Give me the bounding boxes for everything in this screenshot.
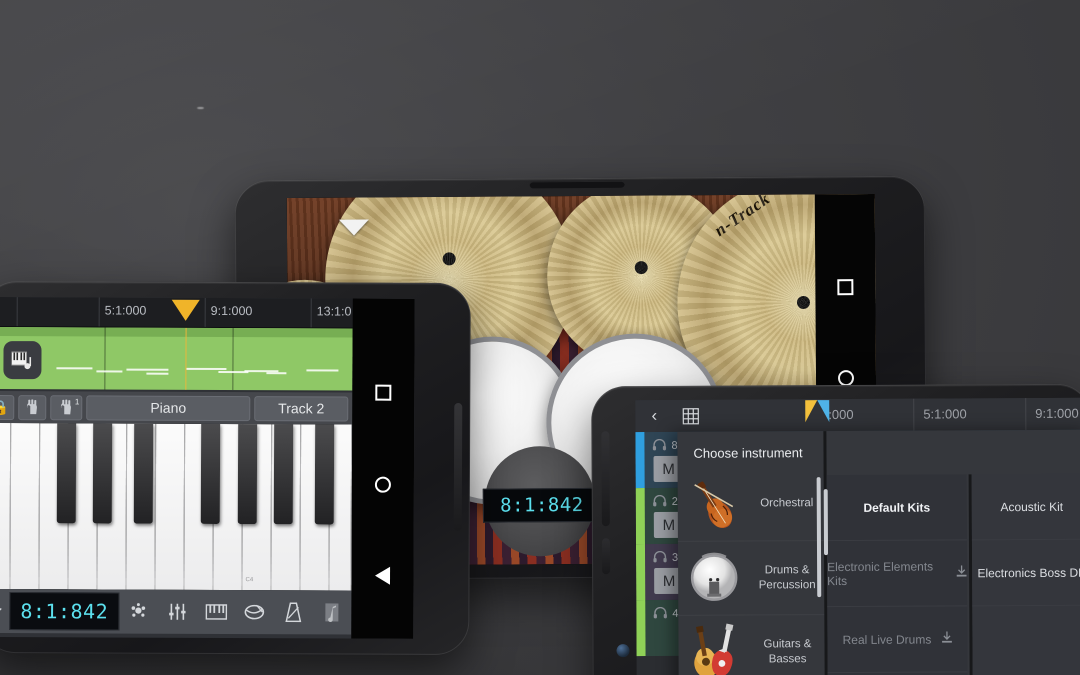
kit-group-scrollbar[interactable] bbox=[823, 489, 829, 556]
kit-group-column[interactable]: Default Kits Electronic Elements Kits Re… bbox=[823, 474, 968, 675]
headphone-icon[interactable] bbox=[653, 550, 667, 566]
list-item-label: Real Live Drums bbox=[842, 632, 932, 647]
list-item[interactable]: Drums & Percussion bbox=[677, 541, 825, 616]
power-button[interactable] bbox=[601, 538, 611, 575]
square-recents-icon bbox=[375, 384, 392, 401]
home-button[interactable] bbox=[374, 476, 391, 493]
kit-list-column[interactable]: Acoustic Kit Electronics Boss DR bbox=[971, 473, 1080, 675]
dropdown-triangle-icon[interactable] bbox=[338, 219, 369, 236]
list-item[interactable]: Real Live Drums bbox=[827, 606, 968, 674]
phone-chooser: ‹ ⌄ :000 5:1:000 9:1:000 bbox=[591, 383, 1080, 675]
hand-one-icon[interactable]: 1 bbox=[50, 394, 83, 420]
list-item-label: Guitars & Basses bbox=[763, 638, 812, 665]
list-item-label: Orchestral bbox=[760, 497, 814, 510]
instrument-category-list[interactable]: Orchestral Drums & Percussion Guitars & … bbox=[677, 467, 825, 675]
chooser-ruler-label-1: :000 bbox=[828, 406, 854, 423]
circle-home-icon bbox=[837, 370, 855, 387]
drum-timecode-display: 8:1:842 bbox=[482, 487, 602, 523]
category-scrollbar[interactable] bbox=[816, 477, 822, 598]
list-item-label: Default Kits bbox=[863, 500, 931, 515]
chooser-title: Choose instrument bbox=[693, 445, 803, 461]
recents-button[interactable] bbox=[375, 384, 392, 401]
instrument-chooser-panel: Choose instrument Orchestral Drums & Per… bbox=[677, 429, 1080, 675]
list-item[interactable]: Electronic Elements Kits bbox=[826, 540, 968, 608]
ruler-label-1: 5:1:000 bbox=[104, 303, 147, 318]
lock-icon[interactable]: 🔒 bbox=[0, 394, 15, 420]
headphone-icon[interactable] bbox=[653, 494, 667, 510]
loop-start-marker[interactable] bbox=[805, 400, 818, 423]
key-label-c4: C4 bbox=[245, 577, 254, 584]
hand-icon[interactable] bbox=[18, 394, 47, 420]
square-recents-icon bbox=[837, 279, 854, 296]
effects-icon[interactable] bbox=[119, 602, 158, 622]
headphone-icon[interactable] bbox=[653, 606, 667, 622]
timeline-ruler[interactable]: 5:1:000 9:1:000 13:1:0 bbox=[0, 296, 353, 329]
drum-icon bbox=[678, 551, 750, 605]
list-item-label: Drums & Percussion bbox=[758, 564, 816, 591]
list-item-label: Acoustic Kit bbox=[1000, 499, 1064, 514]
phone-piano-navbar bbox=[351, 298, 415, 639]
playhead-marker[interactable] bbox=[171, 299, 200, 321]
violin-icon bbox=[678, 476, 750, 532]
list-item[interactable]: Orchestral bbox=[677, 467, 824, 542]
chooser-ruler-label-2: 5:1:000 bbox=[923, 406, 967, 422]
phone-chooser-screen: ‹ ⌄ :000 5:1:000 9:1:000 bbox=[635, 397, 1080, 675]
piano-keyboard[interactable]: C4 bbox=[0, 422, 353, 591]
list-item-label: Electronic Elements Kits bbox=[827, 559, 934, 588]
list-item[interactable]: Default Kits bbox=[826, 474, 967, 542]
metronome-icon[interactable] bbox=[274, 602, 313, 623]
guitar-icon bbox=[678, 623, 750, 675]
phone-piano-screen: 5:1:000 9:1:000 13:1:0 🔒 1 Piano Track 2… bbox=[0, 296, 415, 639]
home-button[interactable] bbox=[837, 370, 855, 387]
chevron-left-icon[interactable]: ‹ bbox=[635, 406, 673, 426]
screenshot-scene: n-Track 8:1:842 5:1:000 9:1:000 13:1:0 🔒… bbox=[0, 0, 1080, 675]
midi-piano-icon bbox=[3, 341, 42, 380]
midi-clip[interactable] bbox=[0, 326, 353, 391]
front-camera bbox=[616, 644, 630, 658]
transport-toolbar: ⟳ 8:1:842 bbox=[0, 588, 352, 635]
download-icon[interactable] bbox=[941, 631, 952, 646]
track-button[interactable]: Track 2 bbox=[254, 395, 349, 422]
keyboard-icon[interactable] bbox=[197, 604, 236, 620]
list-item[interactable]: Guitars & Basses bbox=[678, 615, 825, 675]
note-icon[interactable] bbox=[313, 602, 352, 623]
back-button[interactable] bbox=[374, 566, 391, 585]
grid-icon[interactable] bbox=[673, 407, 707, 424]
drums-icon[interactable] bbox=[235, 603, 274, 621]
triangle-back-icon bbox=[374, 566, 391, 585]
ruler-label-3: 13:1:0 bbox=[316, 304, 352, 319]
instrument-button[interactable]: Piano bbox=[86, 394, 251, 421]
volume-rocker[interactable] bbox=[453, 402, 463, 532]
circle-home-icon bbox=[374, 476, 391, 493]
loop-icon[interactable]: ⟳ bbox=[0, 601, 9, 621]
headphone-icon[interactable] bbox=[652, 438, 667, 454]
chooser-ruler-label-3: 9:1:000 bbox=[1035, 405, 1079, 421]
list-item[interactable]: Acoustic Kit bbox=[971, 473, 1080, 541]
recents-button[interactable] bbox=[837, 279, 854, 296]
list-item[interactable]: Electronics Boss DR bbox=[971, 539, 1080, 607]
chooser-ruler[interactable]: :000 5:1:000 9:1:000 bbox=[803, 397, 1080, 432]
list-item-label: Electronics Boss DR bbox=[977, 565, 1080, 580]
transport-timecode[interactable]: 8:1:842 bbox=[9, 592, 120, 631]
midi-piano-glyph bbox=[11, 351, 32, 370]
clip-control-bar: 🔒 1 Piano Track 2 bbox=[0, 390, 353, 425]
mixer-icon[interactable] bbox=[158, 602, 197, 622]
ruler-label-2: 9:1:000 bbox=[210, 303, 253, 319]
download-icon[interactable] bbox=[956, 565, 967, 580]
hand-one-superscript: 1 bbox=[74, 396, 80, 406]
volume-rocker[interactable] bbox=[601, 431, 610, 527]
earpiece-speaker bbox=[529, 180, 625, 189]
phone-piano: 5:1:000 9:1:000 13:1:0 🔒 1 Piano Track 2… bbox=[0, 280, 471, 656]
background-speck bbox=[197, 107, 204, 109]
